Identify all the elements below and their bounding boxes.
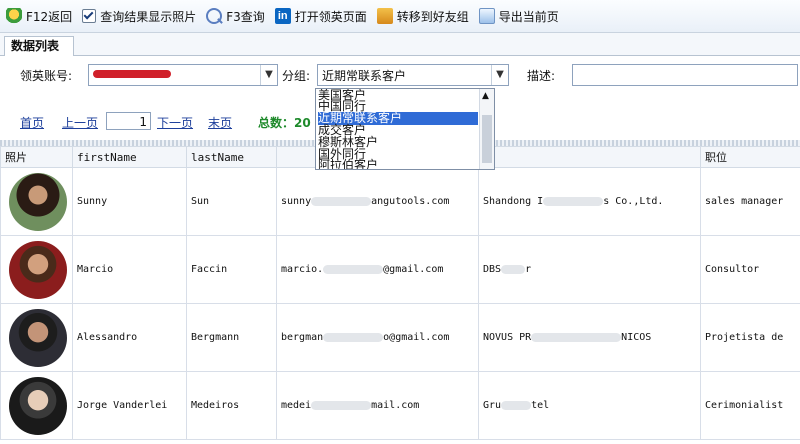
cell-company: NOVUS PR NICOS bbox=[478, 303, 701, 372]
group-label: 分组: bbox=[282, 69, 311, 83]
redacted-value bbox=[93, 70, 171, 78]
move-icon bbox=[376, 8, 393, 24]
group-select-value: 近期常联系客户 bbox=[322, 69, 407, 83]
prev-page-link[interactable]: 上一页 bbox=[62, 114, 98, 131]
desc-label: 描述: bbox=[527, 69, 556, 83]
cell-title: Cerimonialist bbox=[700, 371, 800, 440]
avatar bbox=[9, 240, 67, 299]
account-select[interactable]: ▼ bbox=[88, 64, 278, 86]
linkedin-icon: in bbox=[274, 8, 291, 24]
cell-company: DBS r bbox=[478, 235, 701, 304]
scroll-thumb[interactable] bbox=[482, 115, 492, 163]
cell-lastname: Sun bbox=[186, 167, 277, 236]
desc-input[interactable] bbox=[572, 64, 798, 86]
back-icon bbox=[6, 8, 22, 24]
cell-email: bergman o@gmail.com bbox=[276, 303, 479, 372]
redacted-blur bbox=[543, 196, 604, 206]
table-row[interactable]: Jorge Vanderlei Medeiros medei mail.com G… bbox=[0, 371, 800, 440]
page-number-input[interactable]: 1 bbox=[106, 112, 151, 130]
avatar bbox=[9, 376, 67, 435]
back-button[interactable]: F12返回 bbox=[6, 4, 72, 28]
first-page-link[interactable]: 首页 bbox=[20, 114, 44, 131]
cell-title: Projetista de bbox=[700, 303, 800, 372]
dropdown-option[interactable]: 阿拉伯客户 bbox=[318, 159, 378, 170]
redacted-blur bbox=[311, 196, 372, 206]
column-header-title[interactable]: 职位 bbox=[700, 146, 800, 168]
scroll-up-icon[interactable]: ▲ bbox=[482, 91, 489, 101]
table-row[interactable]: Sunny Sun sunny angutools.com Shandong Is… bbox=[0, 167, 800, 236]
redacted-blur bbox=[501, 264, 526, 274]
toolbar: F12返回 查询结果显示照片 F3查询 in 打开领英页面 转移到好友组 导出当前… bbox=[0, 0, 800, 33]
last-page-link[interactable]: 末页 bbox=[208, 114, 232, 131]
column-header-firstname[interactable]: firstName bbox=[72, 146, 187, 168]
redacted-blur bbox=[323, 332, 384, 342]
cell-lastname: Medeiros bbox=[186, 371, 277, 440]
account-label: 领英账号: bbox=[20, 69, 73, 83]
avatar bbox=[9, 308, 67, 367]
cell-lastname: Faccin bbox=[186, 235, 277, 304]
search-icon bbox=[206, 8, 223, 24]
cell-company: Gru tel bbox=[478, 371, 701, 440]
results-table: 照片 firstName lastName 职位 Sunny Sun sunny… bbox=[0, 146, 800, 440]
table-row[interactable]: Marcio Faccin marcio. @gmail.com DBS r Con… bbox=[0, 235, 800, 304]
tab-bar: 数据列表 bbox=[0, 33, 800, 56]
cell-firstname: Sunny bbox=[72, 167, 187, 236]
f3-search-button[interactable]: F3查询 bbox=[206, 4, 265, 28]
cell-company: Shandong Is Co.,Ltd. bbox=[478, 167, 701, 236]
redacted-blur bbox=[501, 400, 532, 410]
column-header-lastname[interactable]: lastName bbox=[186, 146, 277, 168]
group-dropdown-list[interactable]: 美国客户 中国同行 近期常联系客户 成交客户 穆斯林客户 国外同行 阿拉伯客户 … bbox=[315, 88, 495, 170]
cell-email: medei mail.com bbox=[276, 371, 479, 440]
column-header-photo[interactable]: 照片 bbox=[0, 146, 73, 168]
redacted-blur bbox=[311, 400, 372, 410]
export-icon bbox=[478, 8, 495, 24]
cell-lastname: Bergmann bbox=[186, 303, 277, 372]
dropdown-scrollbar[interactable]: ▲ bbox=[479, 89, 494, 169]
chevron-down-icon[interactable]: ▼ bbox=[260, 65, 277, 85]
chevron-down-icon[interactable]: ▼ bbox=[491, 65, 508, 85]
column-header-company[interactable] bbox=[478, 146, 701, 168]
cell-title: Consultor bbox=[700, 235, 800, 304]
cell-firstname: Marcio bbox=[72, 235, 187, 304]
cell-email: sunny angutools.com bbox=[276, 167, 479, 236]
table-row[interactable]: Alessandro Bergmann bergman o@gmail.com N… bbox=[0, 303, 800, 372]
total-count: 总数：20 bbox=[258, 116, 311, 130]
group-select[interactable]: 近期常联系客户 ▼ bbox=[317, 64, 509, 86]
cell-title: sales manager bbox=[700, 167, 800, 236]
checkbox-icon[interactable] bbox=[82, 9, 97, 23]
cell-firstname: Alessandro bbox=[72, 303, 187, 372]
redacted-blur bbox=[531, 332, 622, 342]
next-page-link[interactable]: 下一页 bbox=[157, 114, 193, 131]
cell-email: marcio. @gmail.com bbox=[276, 235, 479, 304]
redacted-blur bbox=[323, 264, 384, 274]
move-to-friends-button[interactable]: 转移到好友组 bbox=[376, 4, 469, 28]
export-page-button[interactable]: 导出当前页 bbox=[478, 4, 559, 28]
show-photos-checkbox[interactable]: 查询结果显示照片 bbox=[82, 4, 196, 28]
avatar bbox=[9, 172, 67, 231]
open-linkedin-button[interactable]: in 打开领英页面 bbox=[274, 4, 367, 28]
cell-firstname: Jorge Vanderlei bbox=[72, 371, 187, 440]
tab-data-list[interactable]: 数据列表 bbox=[4, 36, 75, 56]
